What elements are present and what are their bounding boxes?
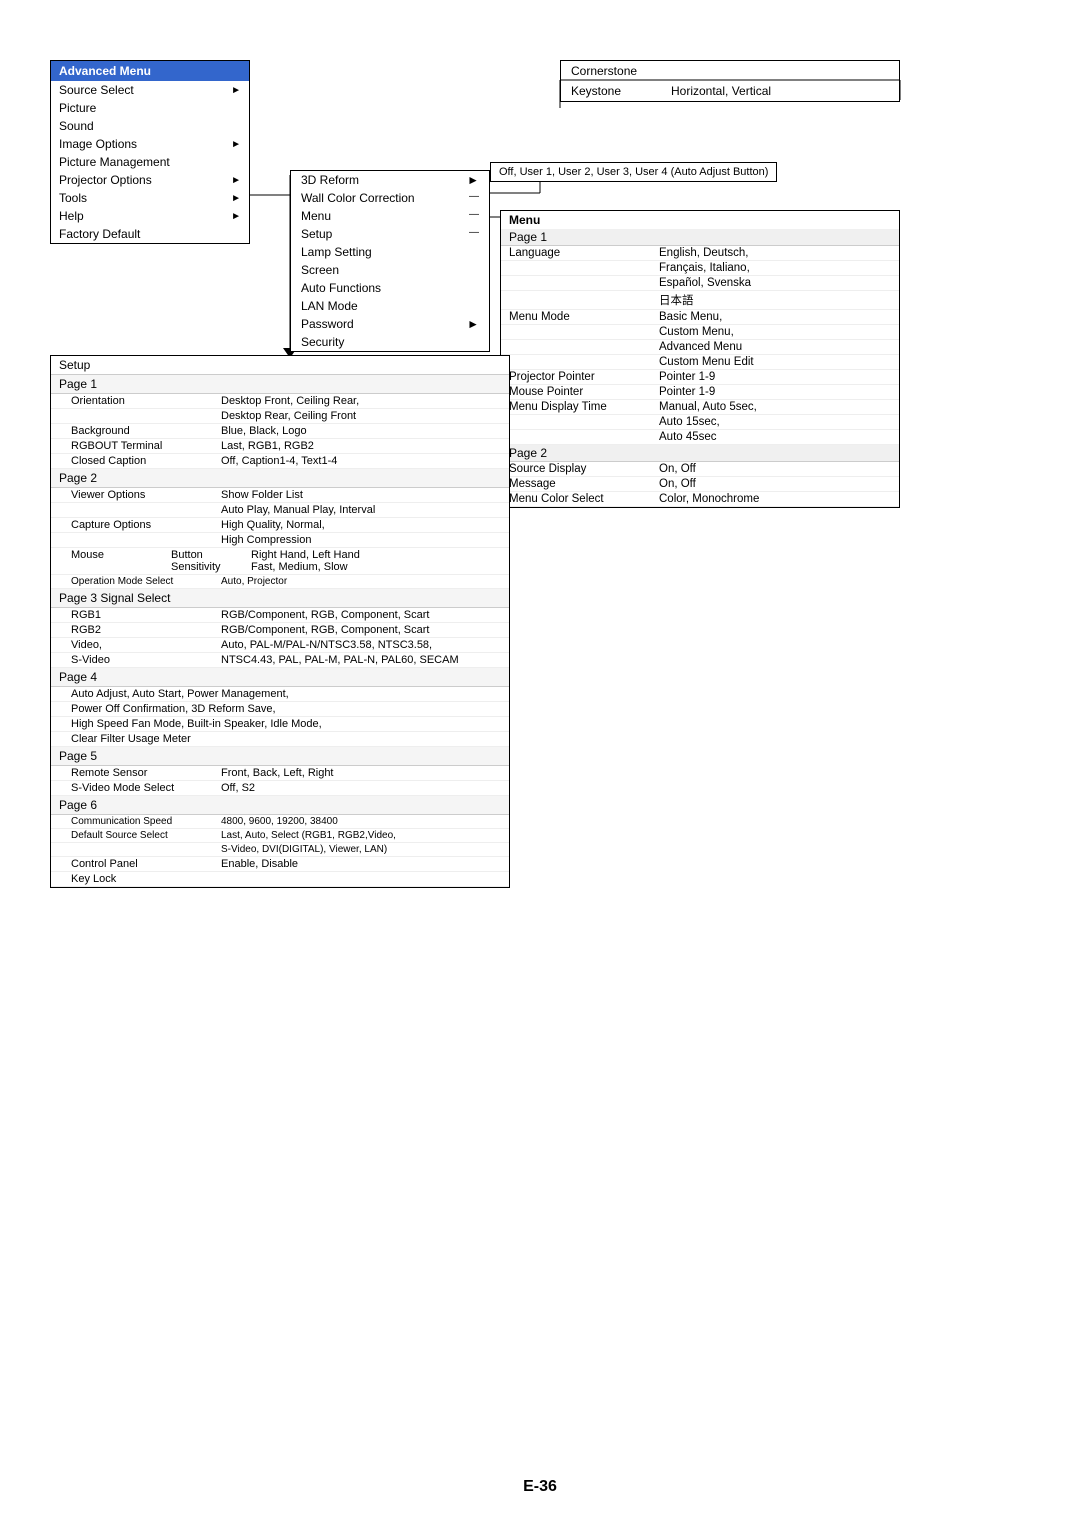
setup-orientation: Orientation Desktop Front, Ceiling Rear, xyxy=(51,394,509,409)
middle-item-security[interactable]: Security xyxy=(291,333,489,351)
middle-item-screen[interactable]: Screen xyxy=(291,261,489,279)
menu-row-color-select: Menu Color Select Color, Monochrome xyxy=(501,492,899,507)
dash-indicator: — xyxy=(469,209,479,223)
menu-row-language-4: 日本語 xyxy=(501,291,899,310)
setup-default-source: Default Source Select Last, Auto, Select… xyxy=(51,829,509,843)
menu-row-menumode: Menu Mode Basic Menu, xyxy=(501,310,899,325)
setup-closed-caption: Closed Caption Off, Caption1-4, Text1-4 xyxy=(51,454,509,469)
menu-row-source-display: Source Display On, Off xyxy=(501,462,899,477)
setup-page4: Page 4 xyxy=(51,668,509,687)
menu-row-projector-pointer: Projector Pointer Pointer 1-9 xyxy=(501,370,899,385)
page-wrapper: Advanced Menu Source Select ► Picture So… xyxy=(0,0,1080,1526)
setup-capture-options-2: High Compression xyxy=(51,533,509,548)
setup-operation-mode: Operation Mode Select Auto, Projector xyxy=(51,575,509,589)
setup-page4-row2: Power Off Confirmation, 3D Reform Save, xyxy=(51,702,509,717)
setup-mouse-sensitivity: Sensitivity Fast, Medium, Slow xyxy=(171,561,501,573)
menu-item-picture[interactable]: Picture xyxy=(51,99,249,117)
arrow-icon: ► xyxy=(231,175,241,186)
setup-viewer-options-2: Auto Play, Manual Play, Interval xyxy=(51,503,509,518)
setup-title: Setup xyxy=(51,356,509,375)
menu-row-language-2: Français, Italiano, xyxy=(501,261,899,276)
cornerstone-row1: Cornerstone xyxy=(561,61,899,81)
setup-rgb1: RGB1 RGB/Component, RGB, Component, Scar… xyxy=(51,608,509,623)
setup-remote-sensor: Remote Sensor Front, Back, Left, Right xyxy=(51,766,509,781)
setup-video: Video, Auto, PAL-M/PAL-N/NTSC3.58, NTSC3… xyxy=(51,638,509,653)
menu-item-tools[interactable]: Tools ► xyxy=(51,189,249,207)
arrow-icon: ► xyxy=(231,139,241,150)
advanced-menu-title: Advanced Menu xyxy=(51,61,249,81)
menu-item-image-options[interactable]: Image Options ► xyxy=(51,135,249,153)
setup-background: Background Blue, Black, Logo xyxy=(51,424,509,439)
menu-page2-header: Page 2 xyxy=(501,445,899,462)
middle-item-menu[interactable]: Menu — xyxy=(291,207,489,225)
middle-item-3d-reform[interactable]: 3D Reform ► xyxy=(291,171,489,189)
menu-row-menumode-3: Advanced Menu xyxy=(501,340,899,355)
setup-capture-options: Capture Options High Quality, Normal, xyxy=(51,518,509,533)
menu-item-projector-options[interactable]: Projector Options ► xyxy=(51,171,249,189)
setup-viewer-options: Viewer Options Show Folder List xyxy=(51,488,509,503)
setup-mouse-row: Mouse Button Right Hand, Left Hand Sensi… xyxy=(51,548,509,575)
menu-right-header: Menu xyxy=(501,211,899,229)
menu-row-display-time-3: Auto 45sec xyxy=(501,430,899,445)
setup-page4-row4: Clear Filter Usage Meter xyxy=(51,732,509,747)
setup-page5: Page 5 xyxy=(51,747,509,766)
menu-row-display-time: Menu Display Time Manual, Auto 5sec, xyxy=(501,400,899,415)
middle-item-auto-functions[interactable]: Auto Functions xyxy=(291,279,489,297)
menu-right-box: Menu Page 1 Language English, Deutsch, F… xyxy=(500,210,900,508)
arrow-icon: ► xyxy=(231,211,241,222)
arrow-icon: ► xyxy=(231,85,241,96)
middle-item-setup[interactable]: Setup — xyxy=(291,225,489,243)
menu-row-language-3: Español, Svenska xyxy=(501,276,899,291)
menu-row-display-time-2: Auto 15sec, xyxy=(501,415,899,430)
setup-orientation-2: Desktop Rear, Ceiling Front xyxy=(51,409,509,424)
setup-svideo-mode: S-Video Mode Select Off, S2 xyxy=(51,781,509,796)
advanced-menu-box: Advanced Menu Source Select ► Picture So… xyxy=(50,60,250,244)
middle-item-wall-color[interactable]: Wall Color Correction — xyxy=(291,189,489,207)
menu-item-factory-default[interactable]: Factory Default xyxy=(51,225,249,243)
setup-control-panel: Control Panel Enable, Disable xyxy=(51,857,509,872)
menu-item-picture-management[interactable]: Picture Management xyxy=(51,153,249,171)
menu-item-sound[interactable]: Sound xyxy=(51,117,249,135)
menu-item-source-select[interactable]: Source Select ► xyxy=(51,81,249,99)
dash-indicator: — xyxy=(469,227,479,241)
arrow-icon: ► xyxy=(467,173,479,187)
setup-page3: Page 3 Signal Select xyxy=(51,589,509,608)
middle-item-lan-mode[interactable]: LAN Mode xyxy=(291,297,489,315)
cornerstone-box: Cornerstone Keystone Horizontal, Vertica… xyxy=(560,60,900,102)
setup-rgbout: RGBOUT Terminal Last, RGB1, RGB2 xyxy=(51,439,509,454)
menu-item-help[interactable]: Help ► xyxy=(51,207,249,225)
setup-mouse-label: Mouse xyxy=(71,549,171,573)
menu-row-menumode-4: Custom Menu Edit xyxy=(501,355,899,370)
setup-page1: Page 1 xyxy=(51,375,509,394)
setup-comm-speed: Communication Speed 4800, 9600, 19200, 3… xyxy=(51,815,509,829)
menu-page1-header: Page 1 xyxy=(501,229,899,246)
middle-item-password[interactable]: Password ► xyxy=(291,315,489,333)
arrow-icon: ► xyxy=(231,193,241,204)
off-user-line: Off, User 1, User 2, User 3, User 4 (Aut… xyxy=(490,162,777,182)
middle-item-lamp-setting[interactable]: Lamp Setting xyxy=(291,243,489,261)
setup-page6: Page 6 xyxy=(51,796,509,815)
setup-mouse-button: Button Right Hand, Left Hand xyxy=(171,549,501,561)
cornerstone-row2: Keystone Horizontal, Vertical xyxy=(561,81,899,101)
setup-page4-row1: Auto Adjust, Auto Start, Power Managemen… xyxy=(51,687,509,702)
setup-svideo: S-Video NTSC4.43, PAL, PAL-M, PAL-N, PAL… xyxy=(51,653,509,668)
menu-row-language: Language English, Deutsch, xyxy=(501,246,899,261)
dash-indicator: — xyxy=(469,191,479,205)
setup-key-lock: Key Lock xyxy=(51,872,509,887)
setup-page2: Page 2 xyxy=(51,469,509,488)
page-number: E-36 xyxy=(0,1478,1080,1496)
menu-row-menumode-2: Custom Menu, xyxy=(501,325,899,340)
middle-box: 3D Reform ► Wall Color Correction — Menu… xyxy=(290,170,490,352)
setup-rgb2: RGB2 RGB/Component, RGB, Component, Scar… xyxy=(51,623,509,638)
arrow-icon: ► xyxy=(467,317,479,331)
menu-row-mouse-pointer: Mouse Pointer Pointer 1-9 xyxy=(501,385,899,400)
setup-default-source-2: S-Video, DVI(DIGITAL), Viewer, LAN) xyxy=(51,843,509,857)
setup-page4-row3: High Speed Fan Mode, Built-in Speaker, I… xyxy=(51,717,509,732)
menu-row-message: Message On, Off xyxy=(501,477,899,492)
setup-box: Setup Page 1 Orientation Desktop Front, … xyxy=(50,355,510,888)
